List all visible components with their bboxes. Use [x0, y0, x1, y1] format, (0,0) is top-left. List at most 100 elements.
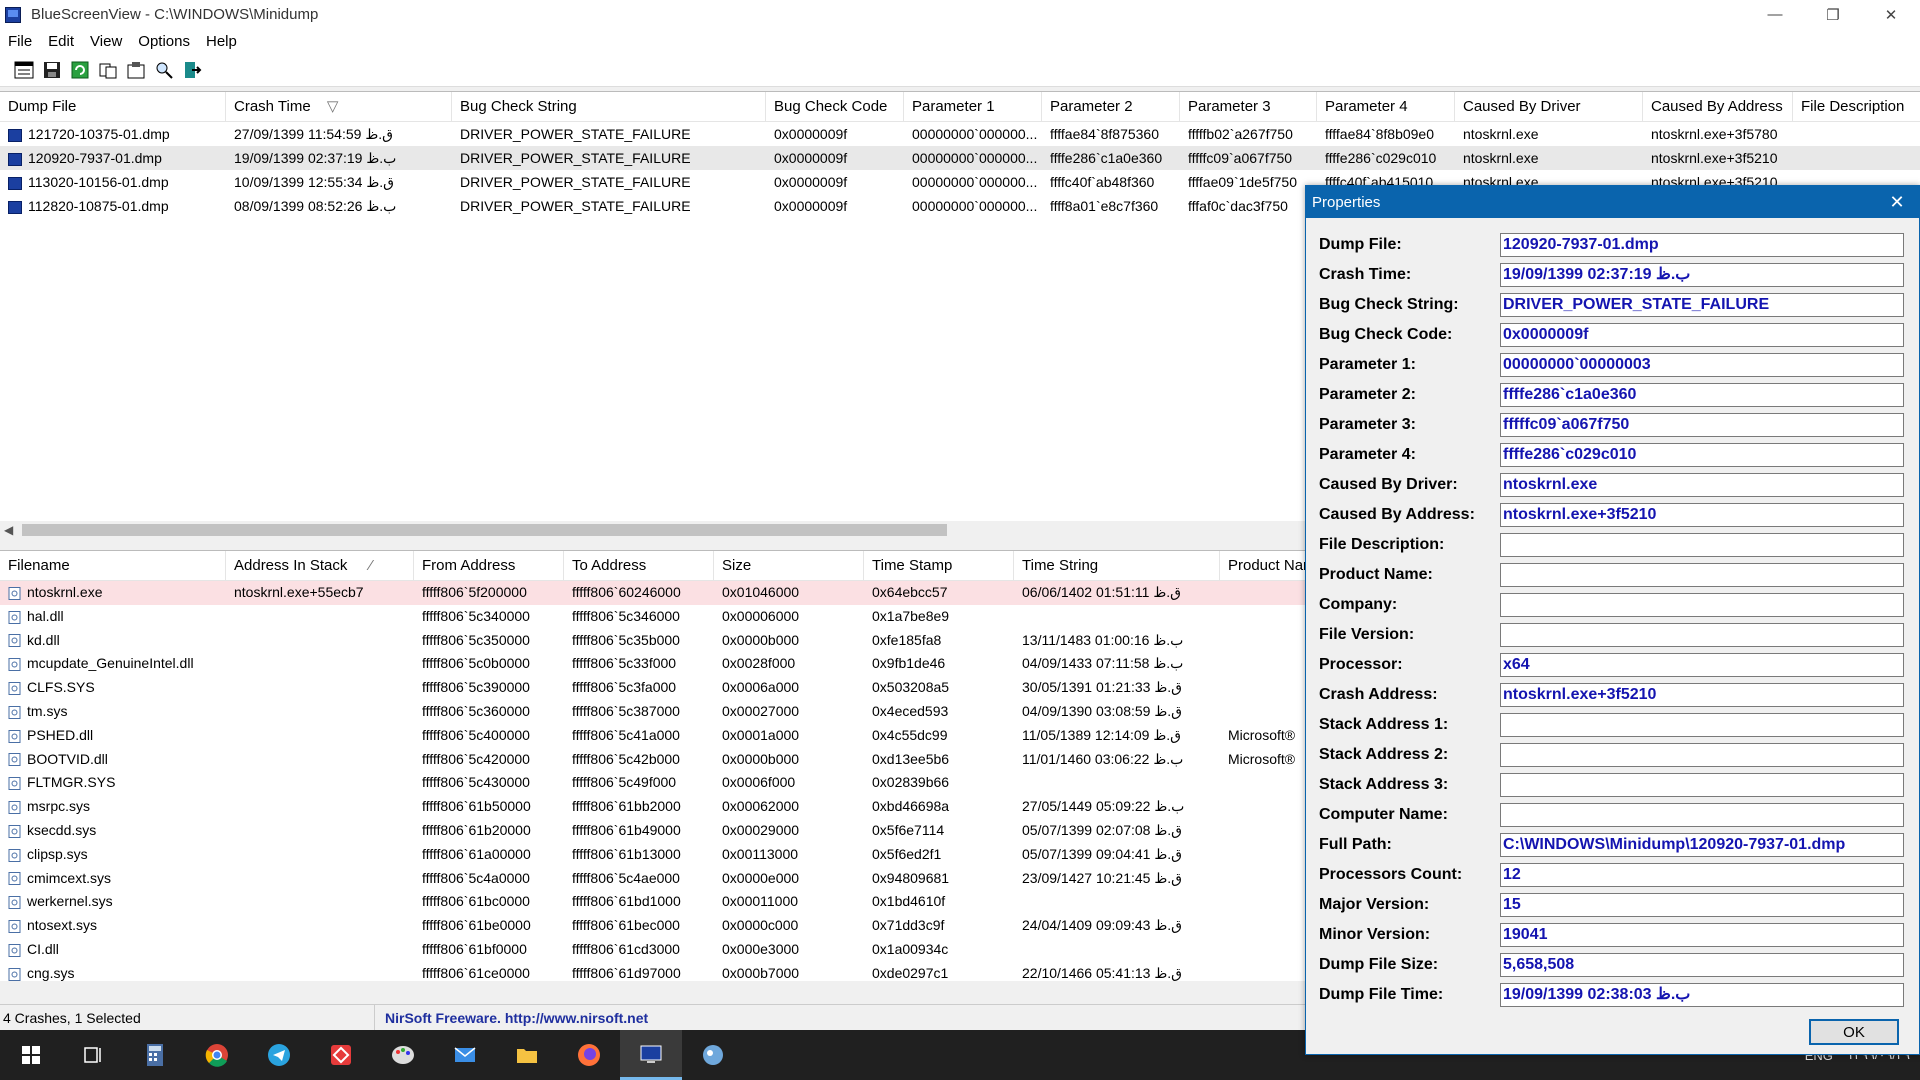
app-icon[interactable] [682, 1030, 744, 1080]
property-value-field[interactable]: 5,658,508 [1500, 953, 1904, 977]
calculator-icon[interactable] [124, 1030, 186, 1080]
exit-icon[interactable] [180, 58, 204, 82]
col-parameter-1[interactable]: Parameter 1 [904, 92, 1042, 121]
col-from-address[interactable]: From Address [414, 551, 564, 580]
windows-start-icon[interactable] [0, 1030, 62, 1080]
property-label: File Description: [1319, 536, 1445, 553]
cell-from-address: fffff806`61a00000 [414, 843, 564, 867]
property-value-field[interactable]: 19041 [1500, 923, 1904, 947]
crash-list-hscrollbar[interactable]: ◀ [0, 521, 1310, 538]
menu-help[interactable]: Help [198, 33, 245, 50]
col-filename[interactable]: Filename [0, 551, 226, 580]
cell-from-address: fffff806`61bc0000 [414, 890, 564, 914]
mail-icon[interactable] [434, 1030, 496, 1080]
nirsoft-link[interactable]: NirSoft Freeware. http://www.nirsoft.net [385, 1010, 648, 1026]
find-icon[interactable] [152, 58, 176, 82]
property-value-field[interactable]: DRIVER_POWER_STATE_FAILURE [1500, 293, 1904, 317]
col-parameter-4[interactable]: Parameter 4 [1317, 92, 1455, 121]
cell-product-name: Microsoft® [1220, 724, 1310, 748]
property-value-field[interactable] [1500, 593, 1904, 617]
refresh-icon[interactable] [68, 58, 92, 82]
menu-edit[interactable]: Edit [40, 33, 82, 50]
col-address-in-stack[interactable]: Address In Stack ⁄ [226, 551, 414, 580]
close-button[interactable]: ✕ [1862, 0, 1920, 29]
col-crash-time[interactable]: Crash Time ▽ [226, 92, 452, 121]
property-value-field[interactable]: ffffe286`c1a0e360 [1500, 383, 1904, 407]
property-value-field[interactable]: 00000000`00000003 [1500, 353, 1904, 377]
col-dump-file[interactable]: Dump File [0, 92, 226, 121]
property-value-field[interactable] [1500, 713, 1904, 737]
from-address-text: fffff806`5c4a0000 [422, 869, 530, 886]
copy-icon[interactable] [96, 58, 120, 82]
scroll-left-icon[interactable]: ◀ [4, 981, 13, 984]
property-value-field[interactable]: ntoskrnl.exe [1500, 473, 1904, 497]
property-value-field[interactable]: 120920-7937-01.dmp [1500, 233, 1904, 257]
scroll-left-icon[interactable]: ◀ [4, 521, 13, 538]
property-value-field[interactable]: 19/09/1399 02:38:03 ب.ظ [1500, 983, 1904, 1007]
restore-button[interactable]: ❐ [1804, 0, 1862, 29]
minimize-button[interactable]: — [1746, 0, 1804, 29]
col-product-name[interactable]: Product Nar [1220, 551, 1310, 580]
time-string-text: 27/05/1449 05:09:22 ب.ظ [1022, 798, 1185, 815]
menu-file[interactable]: File [0, 33, 40, 50]
paint-icon[interactable] [372, 1030, 434, 1080]
property-value-field[interactable] [1500, 533, 1904, 557]
property-value-field[interactable]: ffffe286`c029c010 [1500, 443, 1904, 467]
bug-check-code-text: 0x0000009f [774, 150, 848, 166]
cell-product-name [1220, 676, 1310, 700]
cell-filename: FLTMGR.SYS [0, 771, 226, 795]
col-file-description[interactable]: File Description [1793, 92, 1920, 121]
col-bug-check-string[interactable]: Bug Check String [452, 92, 766, 121]
options-icon[interactable] [124, 58, 148, 82]
cell-size: 0x01046000 [714, 581, 864, 605]
property-value-field[interactable]: fffffc09`a067f750 [1500, 413, 1904, 437]
chrome-icon[interactable] [186, 1030, 248, 1080]
property-value-field[interactable] [1500, 623, 1904, 647]
cell-parameter-1: 00000000`000000... [904, 146, 1042, 170]
crash-row[interactable]: 120920-7937-01.dmp 19/09/1399 02:37:19 ب.… [0, 146, 1920, 170]
save-icon[interactable] [40, 58, 64, 82]
col-to-address[interactable]: To Address [564, 551, 714, 580]
ok-button[interactable]: OK [1809, 1019, 1899, 1045]
col-parameter-3[interactable]: Parameter 3 [1180, 92, 1317, 121]
col-caused-by-address[interactable]: Caused By Address [1643, 92, 1793, 121]
col-time-stamp[interactable]: Time Stamp [864, 551, 1014, 580]
col-caused-by-driver[interactable]: Caused By Driver [1455, 92, 1643, 121]
property-value-field[interactable] [1500, 773, 1904, 797]
col-bug-check-code[interactable]: Bug Check Code [766, 92, 904, 121]
task-view-icon[interactable] [62, 1030, 124, 1080]
property-value-field[interactable]: 19/09/1399 02:37:19 ب.ظ [1500, 263, 1904, 287]
driver-list-hscrollbar[interactable]: ◀ [0, 981, 1310, 984]
col-time-string[interactable]: Time String [1014, 551, 1220, 580]
crash-row[interactable]: 121720-10375-01.dmp 27/09/1399 11:54:59 ق… [0, 122, 1920, 146]
property-value-field[interactable] [1500, 563, 1904, 587]
property-value-field[interactable]: 15 [1500, 893, 1904, 917]
properties-icon[interactable] [12, 58, 36, 82]
property-value-field[interactable] [1500, 803, 1904, 827]
file-explorer-icon[interactable] [496, 1030, 558, 1080]
menu-view[interactable]: View [82, 33, 130, 50]
property-value-field[interactable]: ntoskrnl.exe+3f5210 [1500, 503, 1904, 527]
filename-text: CLFS.SYS [27, 679, 95, 696]
anydesk-icon[interactable] [310, 1030, 372, 1080]
col-parameter-2[interactable]: Parameter 2 [1042, 92, 1180, 121]
cell-crash-time: 08/09/1399 08:52:26 ب.ظ [226, 194, 452, 218]
property-value-field[interactable]: C:\WINDOWS\Minidump\120920-7937-01.dmp [1500, 833, 1904, 857]
property-value-field[interactable]: 12 [1500, 863, 1904, 887]
menu-options[interactable]: Options [130, 33, 198, 50]
bug-check-code-text: 0x0000009f [774, 174, 848, 190]
property-value-field[interactable] [1500, 743, 1904, 767]
bluescreenview-icon[interactable] [620, 1030, 682, 1080]
property-value-field[interactable]: ntoskrnl.exe+3f5210 [1500, 683, 1904, 707]
col-address-in-stack-label: Address In Stack [234, 557, 348, 574]
col-size[interactable]: Size [714, 551, 864, 580]
property-value-field[interactable]: 0x0000009f [1500, 323, 1904, 347]
scroll-thumb[interactable] [22, 524, 947, 536]
cell-product-name [1220, 700, 1310, 724]
cell-time-stamp: 0xd13ee5b6 [864, 748, 1014, 772]
property-value-field[interactable]: x64 [1500, 653, 1904, 677]
properties-close-button[interactable]: ✕ [1875, 186, 1919, 218]
firefox-icon[interactable] [558, 1030, 620, 1080]
time-stamp-text: 0xbd46698a [872, 798, 950, 815]
telegram-icon[interactable] [248, 1030, 310, 1080]
